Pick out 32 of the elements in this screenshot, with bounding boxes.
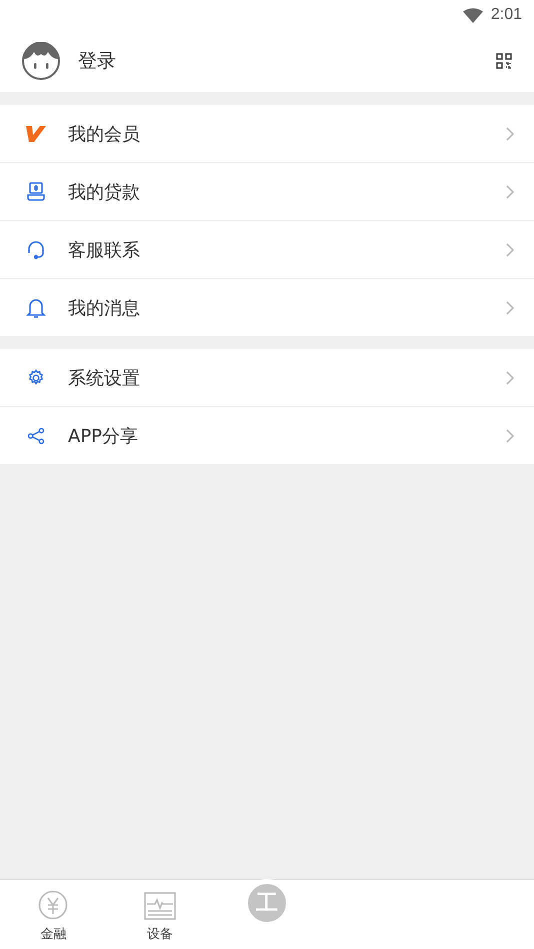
headset-icon	[26, 240, 46, 260]
cashier-icon	[26, 182, 46, 202]
wifi-icon	[462, 8, 483, 22]
chevron-icon	[506, 184, 514, 198]
qr-code-icon[interactable]	[496, 53, 512, 69]
yen-icon	[38, 890, 68, 920]
avatar-icon	[22, 42, 60, 80]
menu-label: 我的消息	[68, 296, 141, 320]
share-icon	[27, 426, 45, 444]
chevron-icon	[506, 300, 514, 314]
menu-label: 系统设置	[68, 366, 141, 390]
menu-label: 我的会员	[68, 122, 141, 146]
menu-item[interactable]: 我的消息	[0, 279, 534, 336]
bell-icon	[26, 296, 46, 318]
menu-item[interactable]: 我的会员	[0, 105, 534, 163]
monitor-icon	[144, 892, 176, 920]
menu-label: APP分享	[68, 424, 140, 448]
menu-item[interactable]: 客服联系	[0, 221, 534, 279]
chevron-icon	[506, 428, 514, 442]
menu-label: 客服联系	[68, 238, 141, 262]
menu-item[interactable]: 系统设置	[0, 349, 534, 407]
v-icon	[25, 124, 47, 142]
menu-item[interactable]: APP分享	[0, 407, 534, 464]
menu-item[interactable]: 我的贷款	[0, 163, 534, 221]
chevron-icon	[506, 126, 514, 140]
nav-tab[interactable]: 金融	[0, 880, 107, 949]
chevron-icon	[506, 370, 514, 384]
gear-icon	[27, 368, 45, 386]
chevron-icon	[506, 242, 514, 256]
menu-label: 我的贷款	[68, 180, 141, 204]
status-time: 2:01	[490, 6, 522, 24]
nav-tab[interactable]: 设备	[106, 880, 214, 949]
